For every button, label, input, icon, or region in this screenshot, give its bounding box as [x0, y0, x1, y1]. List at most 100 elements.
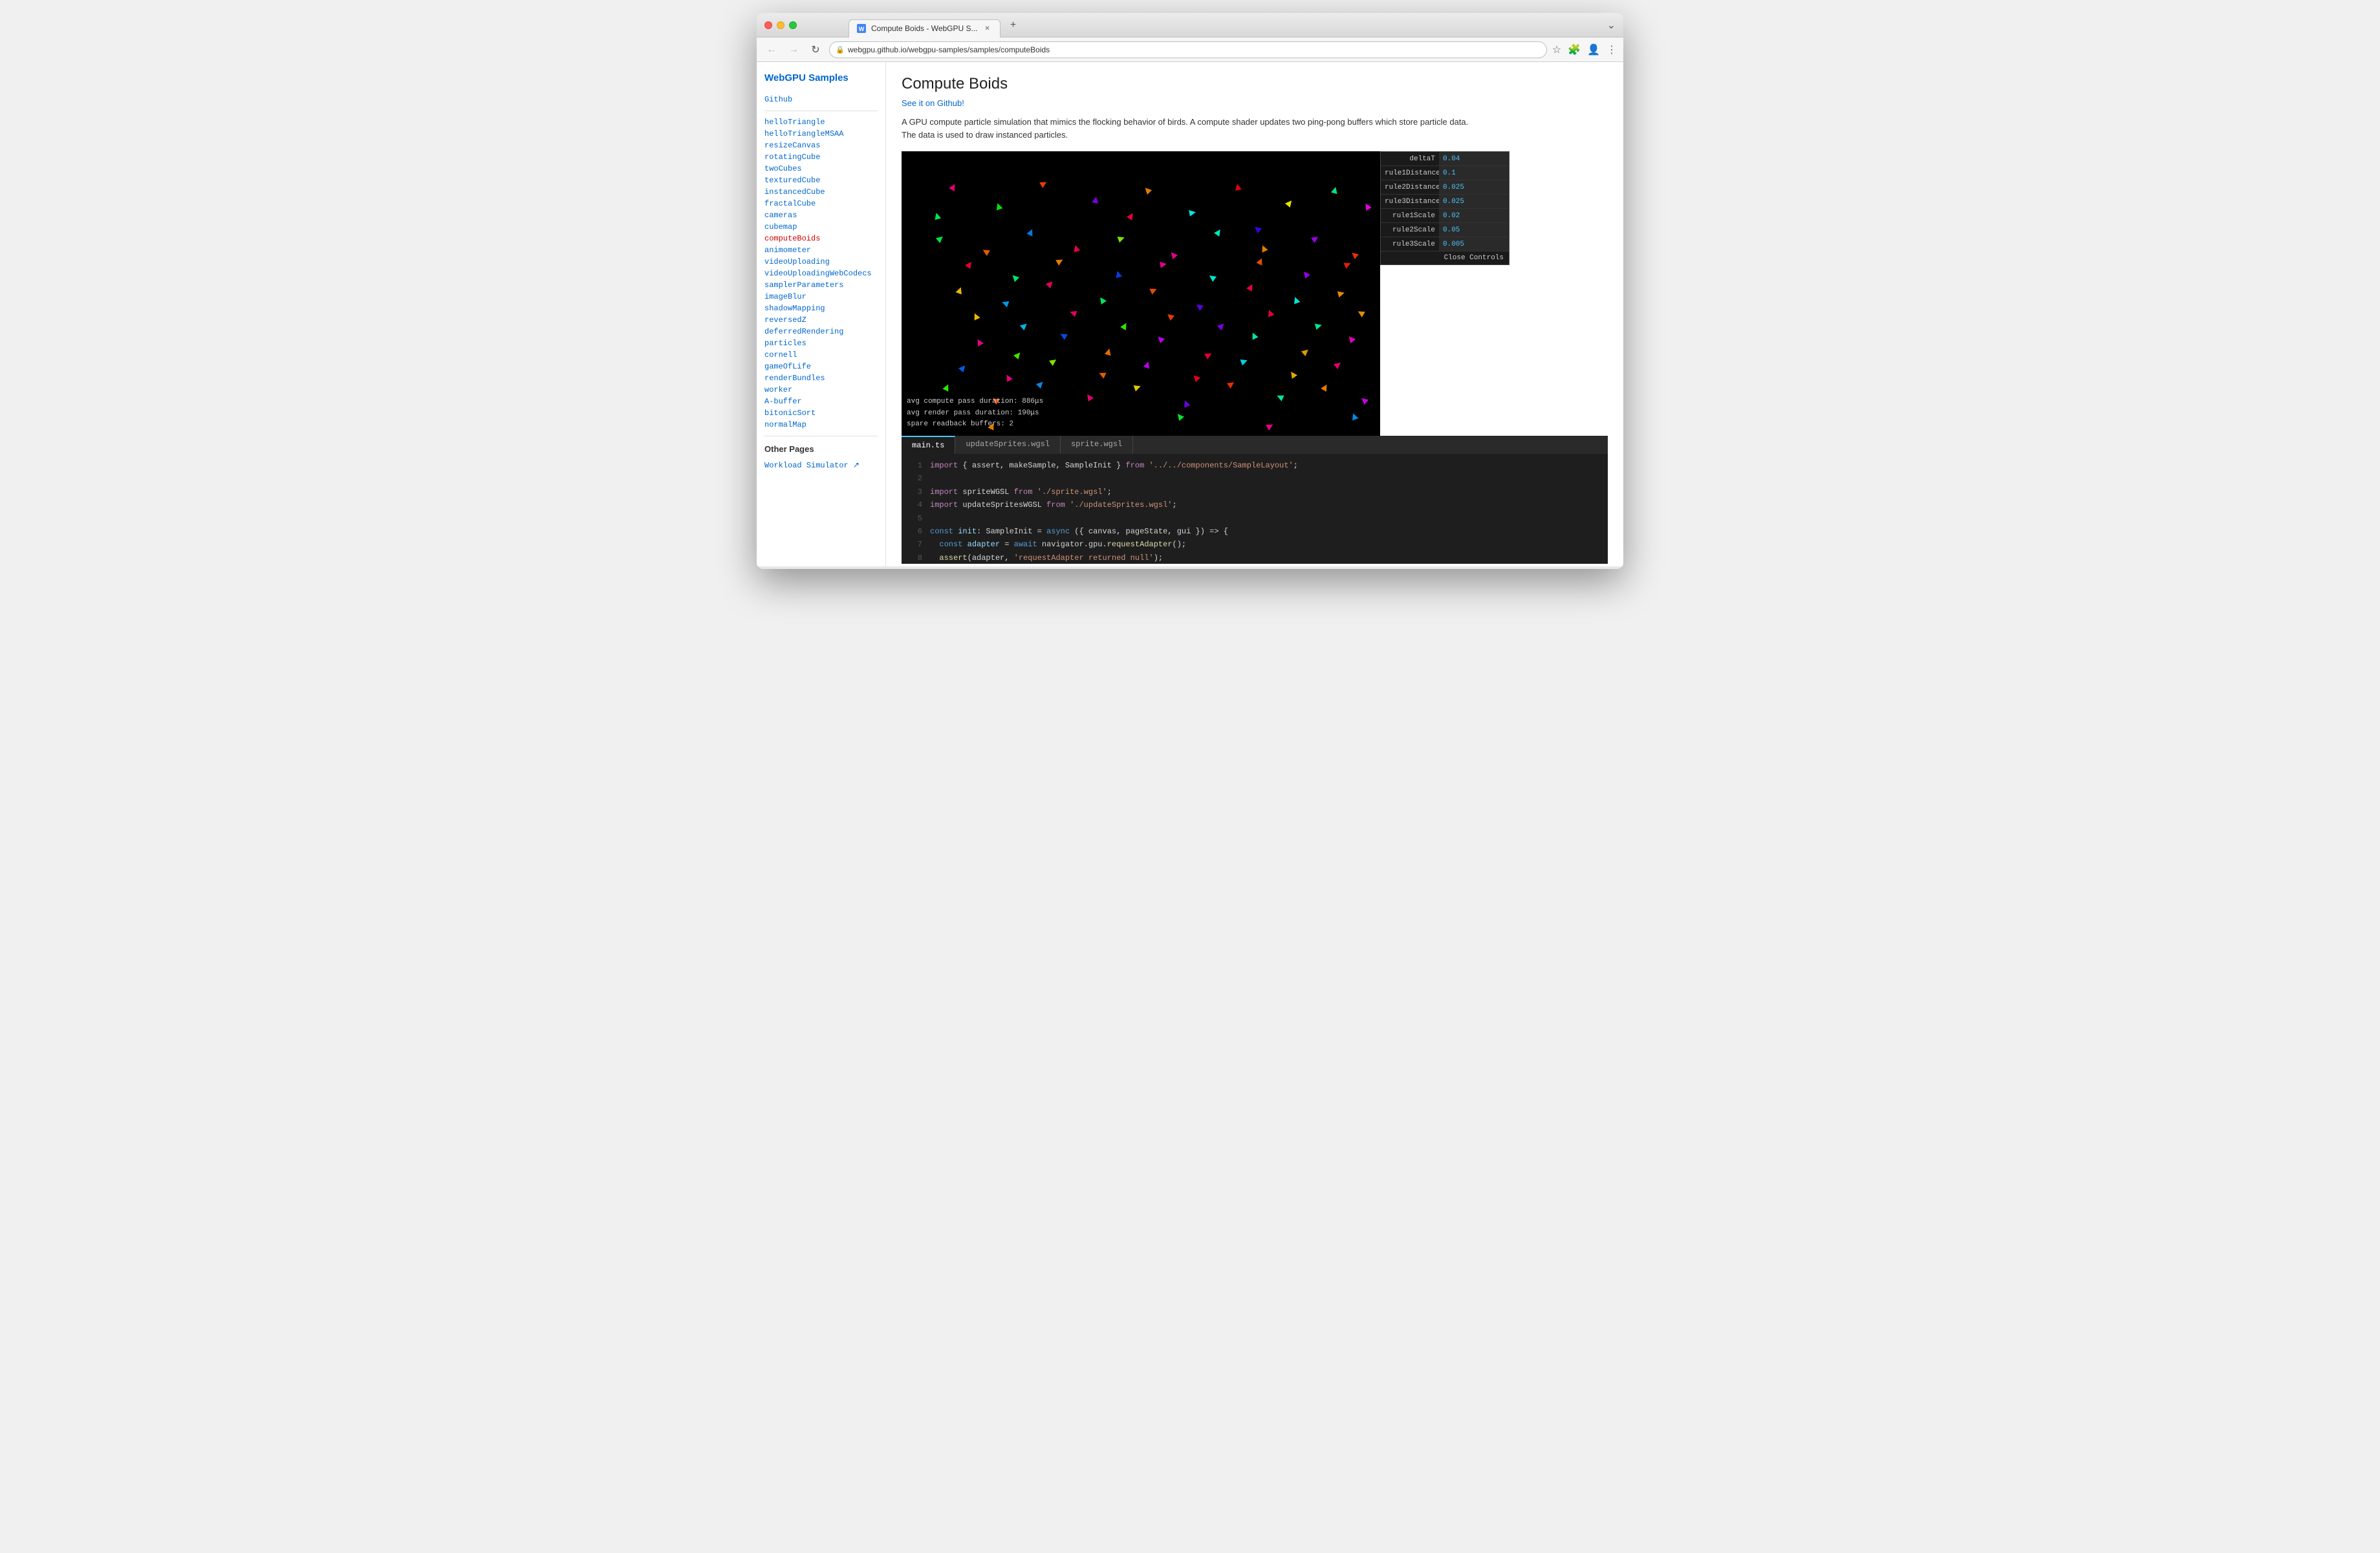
sidebar-item-cornell[interactable]: cornell [764, 349, 878, 361]
sidebar-item-computeBoids[interactable]: computeBoids [764, 233, 878, 244]
code-tab-updateSprites[interactable]: updateSprites.wgsl [955, 436, 1061, 454]
code-line-1: 1 import { assert, makeSample, SampleIni… [902, 459, 1608, 472]
menu-icon[interactable]: ⋮ [1606, 43, 1617, 56]
maximize-button[interactable] [789, 21, 797, 29]
tab-bar: W Compute Boids - WebGPU S... ✕ + [849, 13, 1021, 37]
control-value-rule3Scale[interactable]: 0.005 [1439, 237, 1509, 251]
sidebar-item-helloTriangleMSAA[interactable]: helloTriangleMSAA [764, 128, 878, 140]
sidebar-item-worker[interactable]: worker [764, 384, 878, 396]
control-row-rule3Distance: rule3Distance 0.025 [1381, 195, 1509, 209]
main-content: Compute Boids See it on Github! A GPU co… [886, 62, 1623, 566]
sidebar-item-fractalCube[interactable]: fractalCube [764, 198, 878, 209]
address-icons: ☆ 🧩 👤 ⋮ [1552, 43, 1617, 56]
code-line-5: 5 [902, 512, 1608, 525]
sidebar-item-cameras[interactable]: cameras [764, 209, 878, 221]
control-label-rule1Scale: rule1Scale [1381, 212, 1439, 220]
close-controls-button[interactable]: Close Controls [1444, 254, 1504, 262]
sidebar-item-A-buffer[interactable]: A-buffer [764, 396, 878, 407]
chevron-down-icon[interactable]: ⌄ [1607, 19, 1616, 32]
address-bar-container: 🔒 [829, 41, 1547, 58]
spare-buffers: spare readback buffers: 2 [907, 419, 1043, 431]
sidebar-item-reversedZ[interactable]: reversedZ [764, 314, 878, 326]
code-area: 1 import { assert, makeSample, SampleIni… [902, 454, 1608, 564]
code-line-3: 3 import spriteWGSL from './sprite.wgsl'… [902, 486, 1608, 498]
control-value-rule1Scale[interactable]: 0.02 [1439, 209, 1509, 222]
control-value-rule2Distance[interactable]: 0.025 [1439, 180, 1509, 194]
github-link[interactable]: See it on Github! [902, 98, 1608, 108]
render-duration: avg render pass duration: 190μs [907, 408, 1043, 420]
forward-button[interactable]: → [785, 41, 802, 58]
sidebar-item-rotatingCube[interactable]: rotatingCube [764, 151, 878, 163]
sidebar-item-animometer[interactable]: animometer [764, 244, 878, 256]
control-row-rule1Distance: rule1Distance 0.1 [1381, 166, 1509, 180]
control-value-rule2Scale[interactable]: 0.05 [1439, 223, 1509, 237]
code-line-6: 6 const init: SampleInit = async ({ canv… [902, 525, 1608, 538]
sidebar-item-cubemap[interactable]: cubemap [764, 221, 878, 233]
sidebar-workload-simulator[interactable]: Workload Simulator ↗ [764, 459, 878, 471]
control-label-rule3Scale: rule3Scale [1381, 241, 1439, 248]
code-tabs: main.ts updateSprites.wgsl sprite.wgsl [902, 436, 1608, 454]
tab-close-button[interactable]: ✕ [983, 24, 992, 33]
sidebar-item-videoUploading[interactable]: videoUploading [764, 256, 878, 268]
control-value-rule1Distance[interactable]: 0.1 [1439, 166, 1509, 180]
code-line-8: 8 assert(adapter, 'requestAdapter return… [902, 552, 1608, 564]
sidebar-item-helloTriangle[interactable]: helloTriangle [764, 116, 878, 128]
control-row-rule3Scale: rule3Scale 0.005 [1381, 237, 1509, 252]
sidebar-github-link[interactable]: Github [764, 94, 878, 105]
tab-label: Compute Boids - WebGPU S... [871, 24, 978, 33]
sidebar-item-deferredRendering[interactable]: deferredRendering [764, 326, 878, 337]
sidebar-item-samplerParameters[interactable]: samplerParameters [764, 279, 878, 291]
tab-favicon: W [857, 24, 866, 33]
sidebar-item-imageBlur[interactable]: imageBlur [764, 291, 878, 303]
simulation-canvas: avg compute pass duration: 886μs avg ren… [902, 151, 1380, 436]
svg-text:W: W [859, 26, 865, 32]
compute-duration: avg compute pass duration: 886μs [907, 396, 1043, 408]
sidebar-item-shadowMapping[interactable]: shadowMapping [764, 303, 878, 314]
sidebar-item-particles[interactable]: particles [764, 337, 878, 349]
control-value-deltaT[interactable]: 0.04 [1439, 152, 1509, 166]
profile-icon[interactable]: 👤 [1587, 43, 1600, 56]
control-label-rule3Distance: rule3Distance [1381, 198, 1439, 206]
other-pages-title: Other Pages [764, 444, 878, 454]
simulation-wrapper: avg compute pass duration: 886μs avg ren… [902, 151, 1608, 436]
sidebar-item-instancedCube[interactable]: instancedCube [764, 186, 878, 198]
sidebar-item-twoCubes[interactable]: twoCubes [764, 163, 878, 175]
back-button[interactable]: ← [763, 41, 780, 58]
address-input[interactable] [829, 41, 1547, 58]
code-tab-sprite[interactable]: sprite.wgsl [1061, 436, 1133, 454]
browser-window: W Compute Boids - WebGPU S... ✕ + ⌄ ← → … [757, 13, 1623, 569]
code-tab-main-ts[interactable]: main.ts [902, 436, 955, 454]
code-line-7: 7 const adapter = await navigator.gpu.re… [902, 538, 1608, 551]
lock-icon: 🔒 [836, 45, 845, 54]
sidebar-item-resizeCanvas[interactable]: resizeCanvas [764, 140, 878, 151]
control-row-deltaT: deltaT 0.04 [1381, 152, 1509, 166]
sidebar-logo: WebGPU Samples [764, 72, 878, 83]
close-controls-row: Close Controls [1381, 252, 1509, 264]
control-label-rule1Distance: rule1Distance [1381, 169, 1439, 177]
new-tab-button[interactable]: + [1006, 17, 1021, 33]
code-line-4: 4 import updateSpritesWGSL from './updat… [902, 498, 1608, 511]
control-row-rule2Scale: rule2Scale 0.05 [1381, 223, 1509, 237]
reload-button[interactable]: ↻ [807, 41, 824, 58]
sidebar-item-normalMap[interactable]: normalMap [764, 419, 878, 431]
sidebar-item-gameOfLife[interactable]: gameOfLife [764, 361, 878, 372]
control-label-rule2Scale: rule2Scale [1381, 226, 1439, 234]
sidebar-item-renderBundles[interactable]: renderBundles [764, 372, 878, 384]
control-row-rule2Distance: rule2Distance 0.025 [1381, 180, 1509, 195]
sidebar-item-videoUploadingWebCodecs[interactable]: videoUploadingWebCodecs [764, 268, 878, 279]
window-controls: ⌄ [1607, 19, 1616, 32]
particle-visualization [902, 151, 1380, 436]
sidebar-item-texturedCube[interactable]: texturedCube [764, 175, 878, 186]
control-value-rule3Distance[interactable]: 0.025 [1439, 195, 1509, 208]
star-icon[interactable]: ☆ [1552, 43, 1561, 56]
control-label-deltaT: deltaT [1381, 155, 1439, 163]
control-label-rule2Distance: rule2Distance [1381, 184, 1439, 191]
active-tab[interactable]: W Compute Boids - WebGPU S... ✕ [849, 19, 1001, 37]
controls-panel: deltaT 0.04 rule1Distance 0.1 rule2Dista… [1380, 151, 1509, 265]
close-button[interactable] [764, 21, 772, 29]
sidebar-item-bitonicSort[interactable]: bitonicSort [764, 407, 878, 419]
minimize-button[interactable] [777, 21, 784, 29]
sidebar: WebGPU Samples Github helloTriangle hell… [757, 62, 886, 566]
page-title: Compute Boids [902, 75, 1608, 93]
extensions-icon[interactable]: 🧩 [1568, 43, 1581, 56]
